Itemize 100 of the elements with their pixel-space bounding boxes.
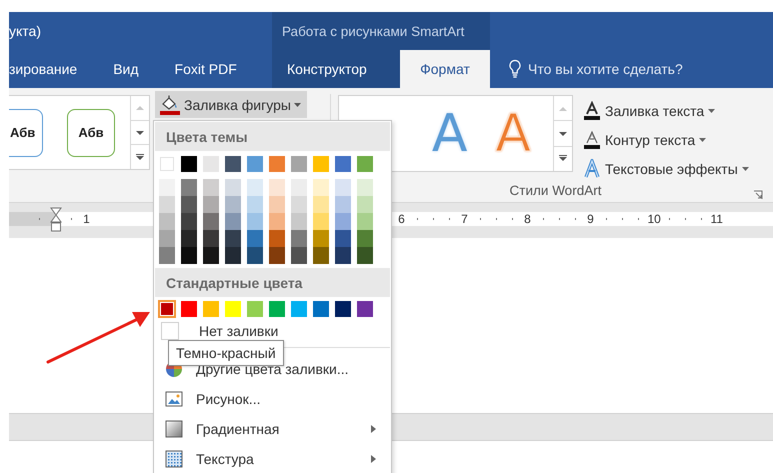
color-swatch[interactable] <box>158 300 176 318</box>
caret-icon <box>699 138 706 142</box>
caret-icon <box>708 109 716 113</box>
ribbon-tab[interactable]: Foxit PDF <box>156 50 255 88</box>
color-swatch[interactable] <box>290 300 308 318</box>
color-swatch[interactable] <box>180 247 198 264</box>
color-swatch[interactable] <box>224 155 242 173</box>
color-swatch[interactable] <box>180 155 198 173</box>
color-swatch[interactable] <box>312 300 330 318</box>
color-swatch[interactable] <box>356 213 374 230</box>
color-swatch[interactable] <box>158 196 176 213</box>
color-swatch[interactable] <box>312 213 330 230</box>
color-swatch[interactable] <box>312 179 330 196</box>
color-swatch[interactable] <box>334 213 352 230</box>
ribbon-tab[interactable]: зирование <box>9 50 96 88</box>
color-swatch[interactable] <box>202 179 220 196</box>
color-swatch[interactable] <box>334 196 352 213</box>
color-swatch[interactable] <box>356 196 374 213</box>
color-swatch[interactable] <box>202 196 220 213</box>
color-swatch[interactable] <box>202 300 220 318</box>
color-swatch[interactable] <box>180 213 198 230</box>
color-swatch[interactable] <box>202 230 220 247</box>
color-swatch[interactable] <box>158 213 176 230</box>
text-fill-icon <box>583 101 601 121</box>
color-swatch[interactable] <box>334 155 352 173</box>
ruler-number: 8 <box>522 212 534 226</box>
triangle-down-icon <box>559 130 567 136</box>
color-name-tooltip: Темно-красный <box>168 340 284 366</box>
color-swatch[interactable] <box>290 196 308 213</box>
color-swatch[interactable] <box>356 300 374 318</box>
menu-item[interactable]: Градиентная <box>155 414 390 444</box>
text-command-button[interactable]: Контур текста <box>583 129 749 151</box>
no-fill-option[interactable]: Нет заливки <box>155 320 390 342</box>
caret-icon <box>742 167 749 171</box>
color-swatch[interactable] <box>356 230 374 247</box>
menu-item[interactable]: Текстура <box>155 444 390 473</box>
ribbon-tab[interactable]: Формат <box>400 50 490 88</box>
color-swatch[interactable] <box>334 300 352 318</box>
text-effects-icon <box>583 159 601 179</box>
color-swatch[interactable] <box>180 196 198 213</box>
color-swatch[interactable] <box>246 230 264 247</box>
color-swatch[interactable] <box>246 179 264 196</box>
paint-bucket-icon <box>159 94 181 114</box>
color-swatch[interactable] <box>334 179 352 196</box>
color-swatch[interactable] <box>224 300 242 318</box>
color-swatch[interactable] <box>356 247 374 264</box>
text-command-button[interactable]: Заливка текста <box>583 100 749 122</box>
color-swatch[interactable] <box>268 179 286 196</box>
color-swatch[interactable] <box>268 196 286 213</box>
shape-style-item[interactable]: Абв <box>67 108 115 156</box>
color-swatch[interactable] <box>356 155 374 173</box>
color-swatch[interactable] <box>312 196 330 213</box>
color-swatch[interactable] <box>268 155 286 173</box>
color-swatch[interactable] <box>224 213 242 230</box>
color-swatch[interactable] <box>202 247 220 264</box>
color-swatch[interactable] <box>202 155 220 173</box>
color-swatch[interactable] <box>224 196 242 213</box>
color-swatch[interactable] <box>268 300 286 318</box>
color-swatch[interactable] <box>202 213 220 230</box>
color-swatch[interactable] <box>246 155 264 173</box>
color-swatch[interactable] <box>268 213 286 230</box>
color-swatch[interactable] <box>268 247 286 264</box>
text-command-button[interactable]: Текстовые эффекты <box>583 158 749 180</box>
color-swatch[interactable] <box>246 300 264 318</box>
color-swatch[interactable] <box>312 155 330 173</box>
color-swatch[interactable] <box>356 179 374 196</box>
color-swatch[interactable] <box>246 196 264 213</box>
color-swatch[interactable] <box>312 230 330 247</box>
color-swatch[interactable] <box>224 230 242 247</box>
color-swatch[interactable] <box>334 247 352 264</box>
color-swatch[interactable] <box>224 247 242 264</box>
color-swatch[interactable] <box>312 247 330 264</box>
color-swatch[interactable] <box>290 179 308 196</box>
tell-me-field[interactable]: Что вы хотите сделать? <box>528 61 728 77</box>
color-swatch[interactable] <box>180 179 198 196</box>
shape-fill-button[interactable]: Заливка фигуры <box>155 91 307 118</box>
color-swatch[interactable] <box>290 213 308 230</box>
color-swatch[interactable] <box>158 155 176 173</box>
color-swatch[interactable] <box>158 179 176 196</box>
color-swatch[interactable] <box>290 230 308 247</box>
menu-item[interactable]: Рисунок... <box>155 384 390 414</box>
color-swatch[interactable] <box>334 230 352 247</box>
shape-style-item[interactable]: Абв <box>9 108 43 156</box>
triangle-up-icon <box>559 106 567 111</box>
color-swatch[interactable] <box>246 247 264 264</box>
ribbon-tab[interactable]: Вид <box>95 50 157 88</box>
color-swatch[interactable] <box>180 300 198 318</box>
color-swatch[interactable] <box>246 213 264 230</box>
color-swatch[interactable] <box>180 230 198 247</box>
indent-marker[interactable] <box>50 207 62 233</box>
shape-fill-label: Заливка фигуры <box>184 96 291 112</box>
color-swatch[interactable] <box>224 179 242 196</box>
color-swatch[interactable] <box>290 247 308 264</box>
color-swatch[interactable] <box>290 155 308 173</box>
color-swatch[interactable] <box>158 247 176 264</box>
color-swatch[interactable] <box>158 230 176 247</box>
color-swatch[interactable] <box>268 230 286 247</box>
dialog-launcher-icon[interactable] <box>753 190 763 200</box>
ruler-number: 10 <box>648 212 660 226</box>
ribbon-tab[interactable]: Конструктор <box>272 50 382 88</box>
